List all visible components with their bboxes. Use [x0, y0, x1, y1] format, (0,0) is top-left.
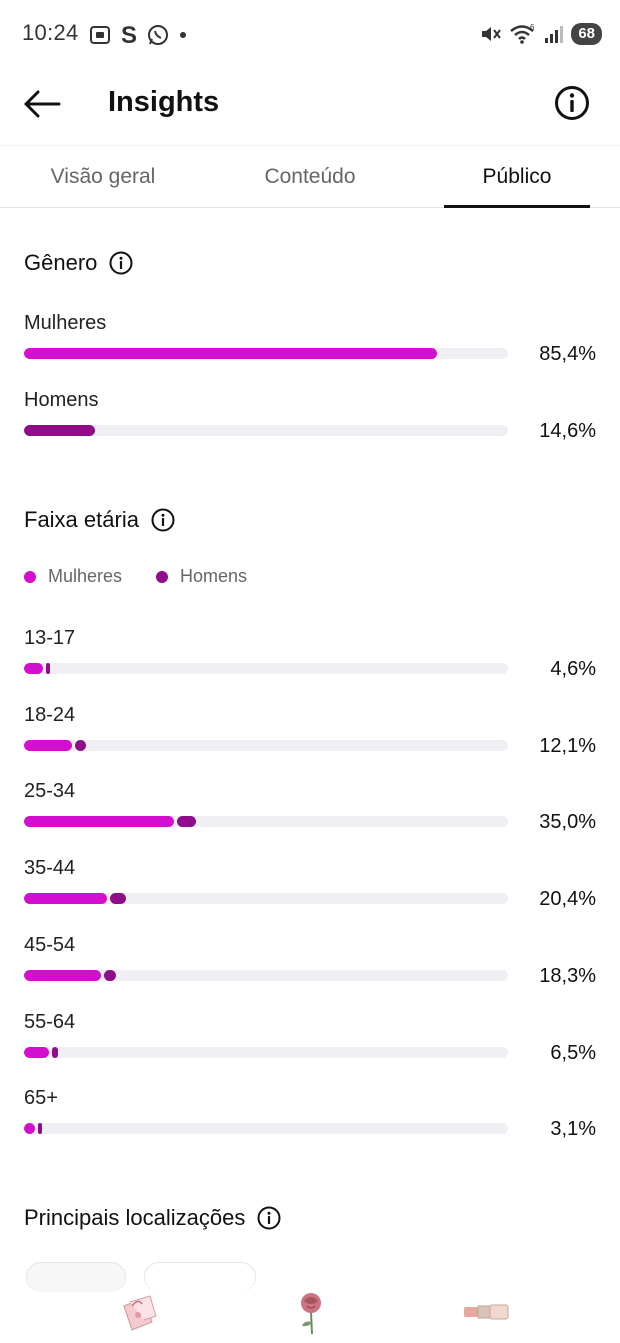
age-bar-track	[24, 816, 508, 828]
age-value: 18,3%	[539, 964, 596, 987]
svg-text:S: S	[121, 22, 137, 48]
legend-item-women: Mulheres	[24, 566, 122, 587]
gender-section-title: Gênero	[24, 250, 133, 276]
gender-label-women: Mulheres	[24, 312, 107, 334]
gender-title: Gênero	[24, 250, 98, 275]
age-section-title: Faixa etária	[24, 507, 175, 533]
gift-bag-icon	[123, 1295, 157, 1331]
gender-fill-men	[24, 425, 95, 436]
whatsapp-icon	[148, 25, 168, 45]
legend-label-men: Homens	[180, 566, 248, 586]
signal-icon	[545, 26, 564, 43]
svg-text:6: 6	[530, 23, 535, 32]
gender-info-icon[interactable]	[109, 251, 133, 275]
info-icon[interactable]	[554, 85, 590, 121]
age-title: Faixa etária	[24, 507, 139, 532]
legend-dot-women	[24, 570, 36, 583]
age-fill-men	[104, 969, 116, 981]
age-fill-women	[24, 969, 102, 981]
status-bar: 10:24 S 6 68	[0, 0, 620, 70]
bottom-nav	[0, 1262, 620, 1343]
battery-indicator: 68	[571, 23, 602, 45]
age-fill-men	[37, 1123, 42, 1135]
age-fill-women	[24, 816, 174, 828]
age-value: 3,1%	[550, 1118, 596, 1141]
age-bar-track	[24, 893, 508, 905]
age-bar-track	[24, 969, 508, 981]
age-bar-track	[24, 1046, 508, 1058]
age-fill-men	[110, 893, 126, 905]
tab-visao-geral[interactable]: Visão geral	[28, 146, 178, 208]
age-label: 35-44	[24, 857, 76, 880]
age-fill-women	[24, 1123, 35, 1135]
locations-info-icon[interactable]	[257, 1206, 281, 1230]
age-fill-men	[75, 739, 86, 751]
age-fill-men	[45, 663, 50, 674]
lipstick-icon	[464, 1304, 509, 1320]
age-legend: Mulheres Homens	[24, 566, 281, 587]
legend-label-women: Mulheres	[48, 566, 123, 586]
age-fill-men	[52, 1046, 59, 1058]
age-fill-men	[176, 816, 197, 828]
age-fill-women	[24, 663, 43, 674]
wifi-icon: 6	[510, 23, 535, 44]
gender-bar-women	[24, 348, 508, 359]
back-button[interactable]	[22, 84, 62, 124]
back-arrow-icon	[24, 90, 61, 118]
nav-lipstick[interactable]	[460, 1286, 512, 1338]
page-title: Insights	[108, 86, 220, 118]
gender-value-women: 85,4%	[539, 343, 596, 365]
dot-icon	[180, 32, 186, 38]
age-bar-track	[24, 739, 508, 751]
age-label: 55-64	[24, 1010, 76, 1033]
active-tab-indicator	[444, 205, 590, 208]
age-label: 25-34	[24, 780, 76, 803]
age-label: 18-24	[24, 703, 76, 726]
mute-icon	[482, 27, 502, 41]
screenshot-icon	[90, 26, 110, 44]
status-left-icons: S	[88, 22, 188, 48]
gender-bar-men	[24, 425, 508, 436]
status-right-icons: 6 68	[479, 22, 602, 46]
locations-title: Principais localizações	[24, 1205, 246, 1230]
age-value: 12,1%	[539, 734, 596, 757]
age-value: 4,6%	[550, 658, 596, 680]
age-bar-track	[24, 1123, 508, 1135]
age-value: 35,0%	[539, 811, 596, 834]
age-value: 6,5%	[550, 1041, 596, 1064]
status-time: 10:24	[22, 20, 79, 45]
age-label: 45-54	[24, 933, 76, 956]
nav-gift-bag[interactable]	[112, 1286, 164, 1338]
rose-icon	[301, 1293, 321, 1335]
age-info-icon[interactable]	[151, 508, 175, 532]
age-fill-women	[24, 893, 108, 905]
tab-publico[interactable]: Público	[444, 146, 590, 208]
app-header: Insights	[0, 70, 620, 145]
location-chip-1[interactable]	[26, 1262, 126, 1292]
gender-label-men: Homens	[24, 389, 99, 411]
age-fill-women	[24, 1046, 50, 1058]
gender-fill-women	[24, 348, 438, 359]
s-app-icon: S	[121, 22, 137, 48]
tab-bar: Visão geral Conteúdo Público	[0, 145, 620, 208]
tab-conteudo[interactable]: Conteúdo	[235, 146, 385, 208]
nav-rose[interactable]	[285, 1286, 337, 1338]
age-fill-women	[24, 739, 73, 751]
age-value: 20,4%	[539, 888, 596, 911]
age-bar-track	[24, 663, 508, 674]
gender-value-men: 14,6%	[539, 420, 596, 442]
legend-dot-men	[156, 570, 169, 583]
age-label: 65+	[24, 1087, 58, 1110]
locations-section-title: Principais localizações	[24, 1205, 281, 1231]
age-label: 13-17	[24, 627, 76, 649]
legend-item-men: Homens	[156, 566, 247, 587]
